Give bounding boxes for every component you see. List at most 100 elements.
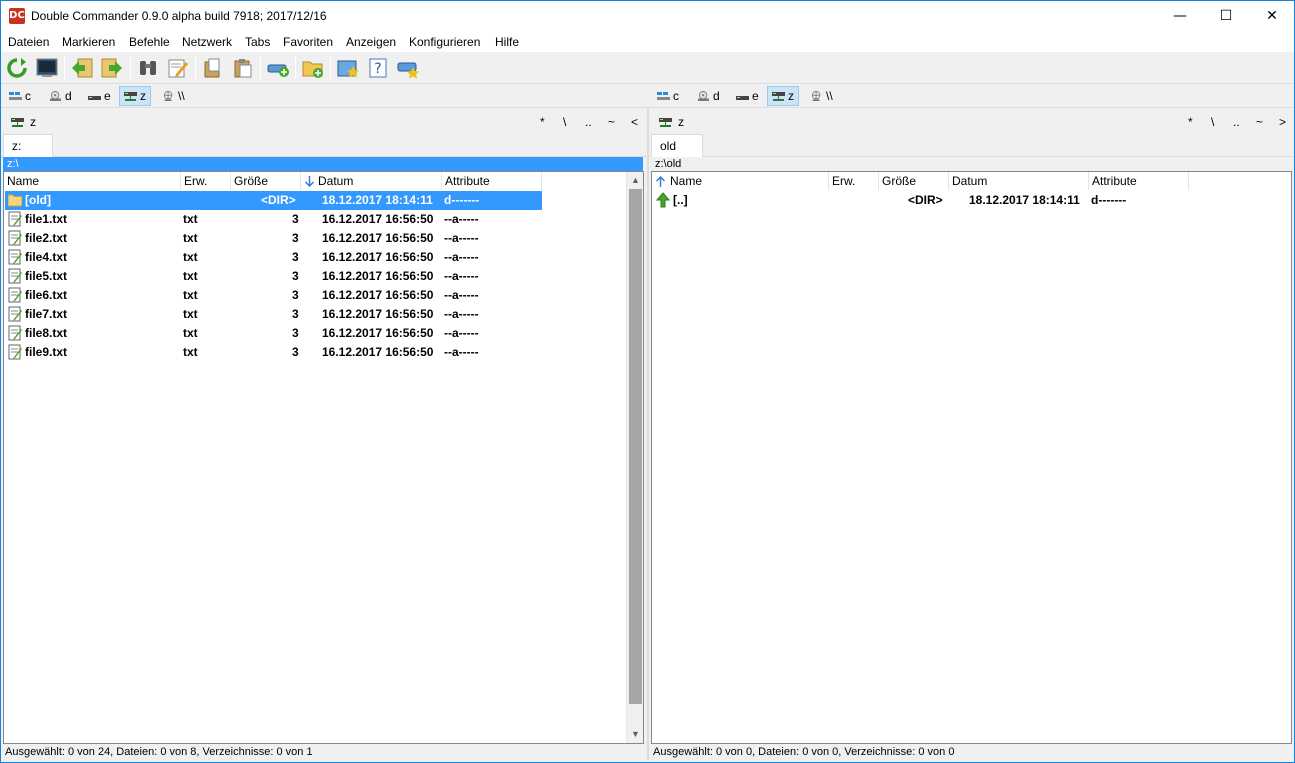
removable-drive-icon xyxy=(88,96,101,100)
drive-label: z xyxy=(140,89,146,103)
left-row-file[interactable]: file6.txt txt 3 16.12.2017 16:56:50 --a-… xyxy=(5,286,542,305)
forward-icon[interactable] xyxy=(99,55,125,81)
scroll-down-icon[interactable]: ▼ xyxy=(627,726,643,743)
new-folder-icon[interactable] xyxy=(300,55,326,81)
refresh-icon[interactable] xyxy=(4,55,30,81)
file-name: file4.txt xyxy=(25,250,68,264)
file-date: 18.12.2017 18:14:11 xyxy=(969,193,1080,207)
right-drive-c-button[interactable]: c xyxy=(653,86,683,106)
right-nav-parent[interactable]: .. xyxy=(1233,115,1240,129)
right-nav-root-all[interactable]: * xyxy=(1188,115,1193,129)
network-favorites-icon[interactable] xyxy=(395,55,421,81)
left-row-file[interactable]: file7.txt txt 3 16.12.2017 16:56:50 --a-… xyxy=(5,305,542,324)
left-nav-root-all[interactable]: * xyxy=(540,115,545,129)
left-row-file[interactable]: file1.txt txt 3 16.12.2017 16:56:50 --a-… xyxy=(5,210,542,229)
left-tab-z[interactable]: z: xyxy=(3,134,53,157)
file-name: [..] xyxy=(673,193,688,207)
file-attr: d------- xyxy=(1091,193,1127,207)
left-nav-home[interactable]: ~ xyxy=(608,115,615,129)
system-drive-icon xyxy=(9,92,22,100)
menu-hilfe[interactable]: Hilfe xyxy=(495,35,519,49)
left-drive-z-button[interactable]: z xyxy=(119,86,151,106)
left-file-list[interactable]: Name Erw. Größe Datum Attribute [old] <D… xyxy=(3,171,644,744)
text-file-icon xyxy=(8,325,22,341)
text-file-icon xyxy=(8,230,22,246)
left-drive-network-button[interactable]: \\ xyxy=(158,86,189,106)
left-row-file[interactable]: file4.txt txt 3 16.12.2017 16:56:50 --a-… xyxy=(5,248,542,267)
right-drive-network-button[interactable]: \\ xyxy=(806,86,837,106)
file-ext: txt xyxy=(183,345,198,359)
drive-label: c xyxy=(25,89,31,103)
right-drive-e-button[interactable]: e xyxy=(732,86,763,106)
scrollbar-thumb[interactable] xyxy=(629,189,642,704)
left-col-ext[interactable]: Erw. xyxy=(181,172,231,190)
file-name: file1.txt xyxy=(25,212,68,226)
menu-konfigurieren[interactable]: Konfigurieren xyxy=(409,35,480,49)
right-nav-home[interactable]: ~ xyxy=(1256,115,1263,129)
left-col-name[interactable]: Name xyxy=(4,172,181,190)
network-connect-icon[interactable] xyxy=(265,55,291,81)
menu-netzwerk[interactable]: Netzwerk xyxy=(182,35,232,49)
menu-dateien[interactable]: Dateien xyxy=(8,35,49,49)
left-row-file[interactable]: file8.txt txt 3 16.12.2017 16:56:50 --a-… xyxy=(5,324,542,343)
file-name: file2.txt xyxy=(25,231,68,245)
left-scrollbar[interactable]: ▲ ▼ xyxy=(626,172,643,743)
search-icon[interactable] xyxy=(135,55,161,81)
left-drive-c-button[interactable]: c xyxy=(5,86,35,106)
left-drive-d-button[interactable]: d xyxy=(45,86,76,106)
close-button[interactable]: ✕ xyxy=(1249,1,1295,31)
right-drive-d-button[interactable]: d xyxy=(693,86,724,106)
file-size: 3 xyxy=(292,231,299,245)
right-tab-old[interactable]: old xyxy=(651,134,703,157)
left-nav-root[interactable]: \ xyxy=(563,115,566,129)
menu-anzeigen[interactable]: Anzeigen xyxy=(346,35,396,49)
left-row-file[interactable]: file5.txt txt 3 16.12.2017 16:56:50 --a-… xyxy=(5,267,542,286)
panel-splitter[interactable] xyxy=(647,108,649,761)
back-icon[interactable] xyxy=(69,55,95,81)
menu-favoriten[interactable]: Favoriten xyxy=(283,35,333,49)
menu-markieren[interactable]: Markieren xyxy=(62,35,115,49)
drive-label: e xyxy=(752,89,759,103)
left-nav-copy-path[interactable]: < xyxy=(631,115,638,129)
left-row-folder-old[interactable]: [old] <DIR> 18.12.2017 18:14:11 d------- xyxy=(5,191,542,210)
menu-tabs[interactable]: Tabs xyxy=(245,35,270,49)
drive-label: c xyxy=(673,89,679,103)
right-drive-indicator[interactable]: z xyxy=(659,115,684,129)
left-col-date[interactable]: Datum xyxy=(301,172,442,190)
right-status-bar: Ausgewählt: 0 von 0, Dateien: 0 von 0, V… xyxy=(653,746,955,758)
left-nav-parent[interactable]: .. xyxy=(585,115,592,129)
left-row-file[interactable]: file9.txt txt 3 16.12.2017 16:56:50 --a-… xyxy=(5,343,542,362)
right-col-date[interactable]: Datum xyxy=(949,172,1089,190)
right-nav-root[interactable]: \ xyxy=(1211,115,1214,129)
right-col-ext[interactable]: Erw. xyxy=(829,172,879,190)
paste-icon[interactable] xyxy=(230,55,256,81)
minimize-button[interactable]: — xyxy=(1157,1,1203,31)
right-drive-z-button[interactable]: z xyxy=(767,86,799,106)
favorites-icon[interactable] xyxy=(335,55,361,81)
right-col-name[interactable]: Name xyxy=(652,172,829,190)
maximize-button[interactable]: ☐ xyxy=(1203,1,1249,31)
left-col-attr[interactable]: Attribute xyxy=(442,172,542,190)
scroll-up-icon[interactable]: ▲ xyxy=(627,172,643,189)
right-col-size[interactable]: Größe xyxy=(879,172,949,190)
left-drive-indicator[interactable]: z xyxy=(11,115,36,129)
terminal-icon[interactable] xyxy=(34,55,60,81)
right-row-parent-dir[interactable]: [..] <DIR> 18.12.2017 18:14:11 d------- xyxy=(653,191,1190,210)
right-nav-copy-path[interactable]: > xyxy=(1279,115,1286,129)
text-file-icon xyxy=(8,287,22,303)
edit-icon[interactable] xyxy=(165,55,191,81)
file-size: 3 xyxy=(292,212,299,226)
help-icon[interactable]: ? xyxy=(365,55,391,81)
file-ext: txt xyxy=(183,288,198,302)
file-date: 16.12.2017 16:56:50 xyxy=(322,212,434,226)
left-drive-e-button[interactable]: e xyxy=(84,86,115,106)
copy-icon[interactable] xyxy=(200,55,226,81)
left-row-file[interactable]: file2.txt txt 3 16.12.2017 16:56:50 --a-… xyxy=(5,229,542,248)
right-file-list[interactable]: Name Erw. Größe Datum Attribute [..] <DI… xyxy=(651,171,1292,744)
left-col-size[interactable]: Größe xyxy=(231,172,301,190)
left-path-bar: z * \ .. ~ < xyxy=(1,111,647,133)
right-col-attr[interactable]: Attribute xyxy=(1089,172,1189,190)
file-date: 16.12.2017 16:56:50 xyxy=(322,326,434,340)
left-current-path: z:\ xyxy=(3,157,643,171)
menu-befehle[interactable]: Befehle xyxy=(129,35,170,49)
